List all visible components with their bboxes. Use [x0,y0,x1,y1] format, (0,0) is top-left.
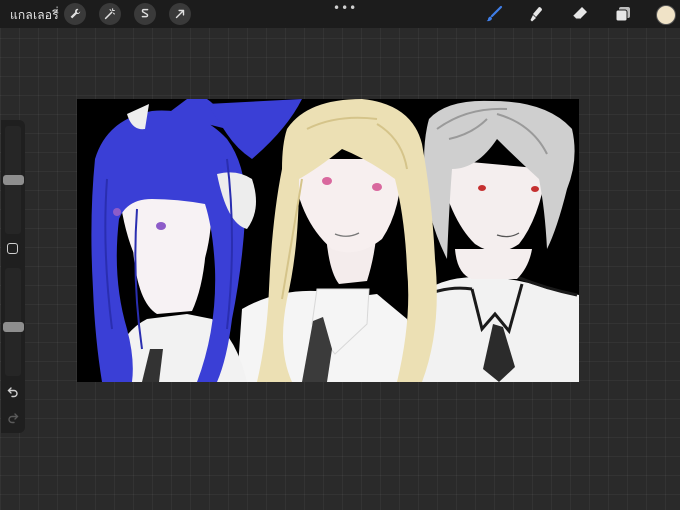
smudge-tool-button[interactable] [526,3,548,25]
layers-button[interactable] [612,3,634,25]
transform-button[interactable] [169,3,191,25]
modify-button[interactable] [7,243,18,254]
brush-size-slider[interactable] [3,126,24,234]
brush-size-thumb[interactable] [3,175,24,185]
eraser-tool-button[interactable] [569,3,591,25]
magic-wand-icon [104,8,115,20]
color-picker-button[interactable] [656,5,676,25]
opacity-slider[interactable] [3,268,24,376]
undo-arrow-icon [7,387,18,398]
actions-button[interactable] [64,3,86,25]
top-toolbar: แกลเลอรี่ ••• [0,0,680,28]
wrench-icon [70,8,81,19]
artwork-illustration [77,99,579,382]
layers-icon [615,7,630,22]
transform-arrow-icon [175,9,185,19]
brush-icon [486,5,503,22]
redo-arrow-icon [8,413,19,424]
left-sidebar [1,120,25,433]
adjustments-button[interactable] [99,3,121,25]
selection-button[interactable] [134,3,156,25]
selection-icon [141,8,149,18]
gallery-button[interactable]: แกลเลอรี่ [10,6,59,25]
opacity-thumb[interactable] [3,322,24,332]
smudge-icon [530,7,542,22]
redo-button[interactable] [5,410,21,426]
paint-tool-button[interactable] [483,3,505,25]
more-options-button[interactable]: ••• [333,1,357,15]
drawing-canvas[interactable] [77,99,579,382]
undo-button[interactable] [5,384,21,400]
eraser-icon [572,7,587,20]
